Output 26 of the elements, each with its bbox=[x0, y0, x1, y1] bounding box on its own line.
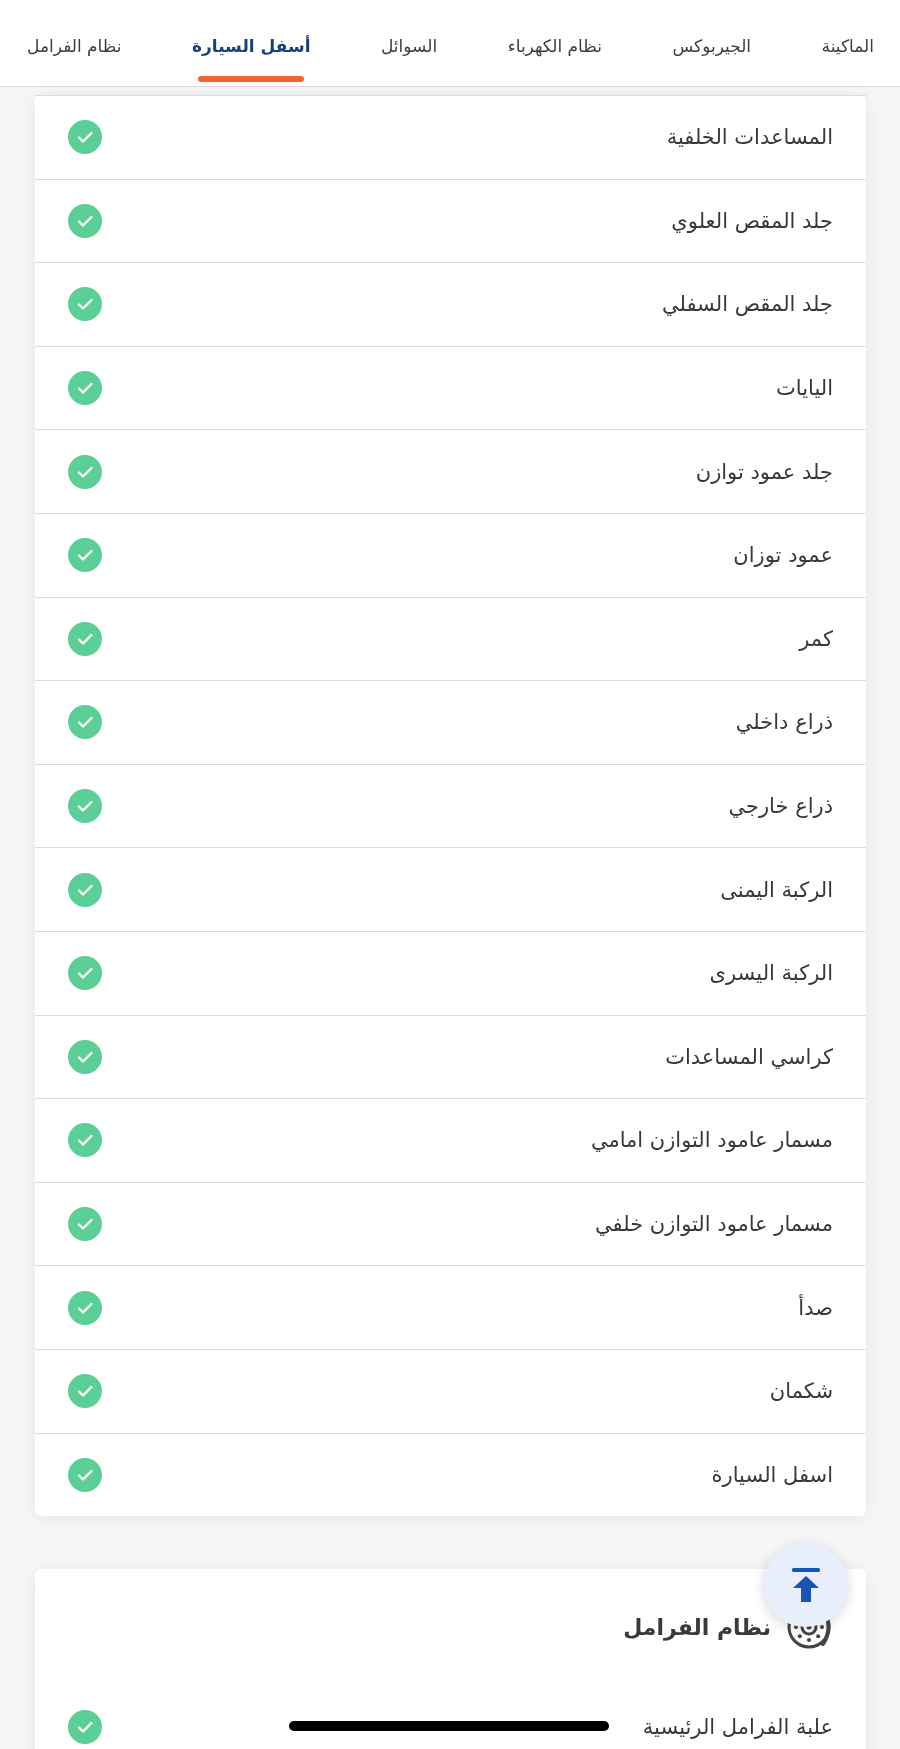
category-tab[interactable]: السوائل bbox=[381, 0, 438, 86]
checklist-item-label: جلد المقص السفلي bbox=[661, 292, 833, 317]
checklist-item-label: صدأ bbox=[798, 1295, 833, 1320]
checklist-item-label: شكمان bbox=[769, 1379, 833, 1404]
category-tab[interactable]: نظام الفرامل bbox=[27, 0, 122, 86]
checklist-item-label: كراسي المساعدات bbox=[665, 1044, 833, 1069]
checklist-item-label: اسفل السيارة bbox=[711, 1462, 833, 1487]
checklist-item-label: جلد المقص العلوي bbox=[671, 208, 833, 233]
category-tab[interactable]: الجيربوكس bbox=[672, 0, 752, 86]
checklist-item-label: جلد عمود توازن bbox=[695, 459, 833, 484]
section-title: نظام الفرامل bbox=[623, 1614, 771, 1640]
checklist-item-label: ذراع خارجي bbox=[728, 794, 833, 819]
checklist-item-label: كمر bbox=[799, 626, 833, 651]
checklist-item-label: المساعدات الخلفية bbox=[666, 125, 833, 150]
checklist-item-label: اليايات bbox=[776, 376, 833, 401]
checklist-item-label: ذراع داخلي bbox=[735, 710, 833, 735]
category-tab[interactable]: أسفل السيارة bbox=[191, 0, 311, 86]
checklist-item-label: عمود توزان bbox=[733, 543, 833, 568]
checklist-item-label: علبة الفرامل الرئيسية bbox=[642, 1714, 833, 1739]
arrow-up-to-line-icon bbox=[791, 1567, 820, 1602]
checklist-item-label: الركبة اليسرى bbox=[709, 961, 833, 986]
checklist-item-label: الركبة اليمنى bbox=[720, 877, 833, 902]
category-tab[interactable]: نظام الكهرباء bbox=[507, 0, 602, 86]
checklist-item-label: مسمار عامود التوازن خلفي bbox=[595, 1212, 833, 1236]
checklist-item-label: مسمار عامود التوازن امامي bbox=[590, 1128, 833, 1153]
category-tab[interactable]: الماكينة bbox=[821, 0, 874, 86]
